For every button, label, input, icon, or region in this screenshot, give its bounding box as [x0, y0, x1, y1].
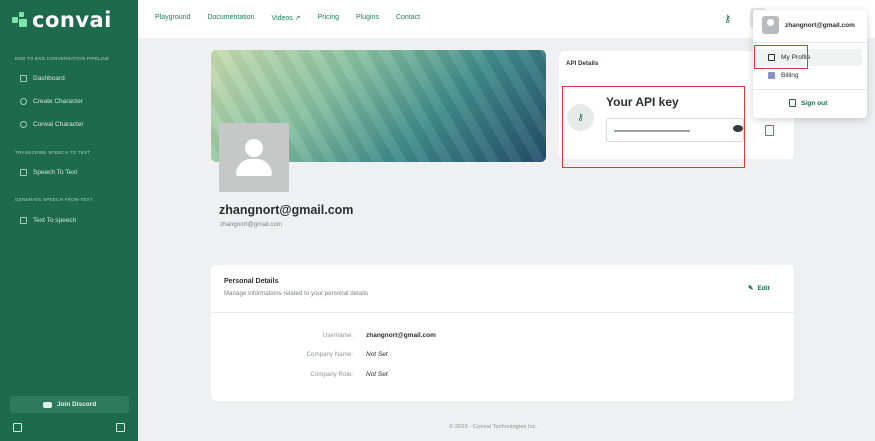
sidebar-item-text-to-speech[interactable]: Text To speech	[20, 217, 76, 224]
avatar-body	[236, 159, 272, 176]
edit-button[interactable]: ✎ Edit	[748, 284, 770, 293]
company-role-label: Company Role:	[310, 371, 353, 378]
lock-icon	[789, 99, 796, 107]
speech-to-text-icon	[20, 169, 27, 176]
profile-name: zhangnort@gmail.com	[219, 203, 354, 217]
logo-icon	[12, 11, 29, 29]
sidebar-item-dashboard[interactable]: Dashboard	[20, 75, 65, 82]
personal-details-subtitle: Manage informations related to your pers…	[224, 290, 369, 297]
dashboard-icon	[20, 75, 27, 82]
highlight-my-profile	[754, 45, 808, 69]
menu-item-billing[interactable]: Billing	[754, 67, 862, 84]
avatar-head	[245, 139, 263, 157]
discord-icon	[42, 401, 52, 408]
company-name-label: Company Name:	[306, 351, 353, 358]
dropdown-avatar	[762, 16, 779, 34]
profile-email: zhangnort@gmail.com	[220, 221, 282, 228]
profile-avatar[interactable]	[219, 123, 289, 192]
menu-item-label: Billing	[781, 72, 799, 79]
section-title-tts: GENERATE SPEECH FROM TEXT	[15, 197, 93, 202]
dropdown-divider	[753, 42, 867, 43]
username-label: Username:	[322, 332, 353, 339]
top-nav-links: Playground Documentation Videos ↗ Pricin…	[155, 14, 437, 22]
nav-link-documentation[interactable]: Documentation	[207, 14, 254, 22]
sidebar-item-label: Create Character	[33, 98, 83, 105]
billing-icon	[768, 72, 775, 79]
join-discord-label: Join Discord	[56, 401, 97, 408]
divider	[211, 312, 794, 313]
footer-copyright: © 2023 - Convai Technologies Inc.	[449, 424, 538, 430]
sign-out-button[interactable]: Sign out	[789, 99, 827, 107]
person-icon	[20, 121, 27, 128]
sidebar-item-label: Text To speech	[33, 217, 77, 224]
nav-link-playground[interactable]: Playground	[155, 14, 190, 22]
company-name-value: Not Set	[366, 351, 388, 358]
text-to-speech-icon	[20, 217, 27, 224]
join-discord-button[interactable]: Join Discord	[10, 396, 129, 413]
nav-link-pricing[interactable]: Pricing	[318, 14, 339, 22]
sidebar-item-label: Convai Character	[33, 121, 84, 128]
section-title-stt: TRANSCRIBE SPEECH TO TEXT	[15, 150, 91, 155]
sidebar-item-create-character[interactable]: Create Character	[20, 98, 83, 105]
dropdown-divider	[753, 89, 867, 90]
collapse-sidebar-icon[interactable]	[116, 423, 125, 432]
nav-link-plugins[interactable]: Plugins	[356, 14, 379, 22]
company-role-value: Not Set	[366, 371, 388, 378]
highlight-api-key	[562, 86, 745, 168]
copy-icon[interactable]	[765, 125, 774, 136]
username-value: zhangnort@gmail.com	[366, 332, 436, 339]
sidebar: convai END TO END CONVERSATION PIPELINE …	[0, 0, 138, 441]
nav-link-contact[interactable]: Contact	[396, 14, 420, 22]
personal-details-title: Personal Details	[224, 278, 279, 285]
sidebar-item-convai-character[interactable]: Convai Character	[20, 121, 84, 128]
nav-link-videos[interactable]: Videos ↗	[272, 14, 301, 22]
convai-logo[interactable]: convai	[12, 8, 112, 32]
sidebar-item-label: Speech To Text	[33, 169, 78, 176]
logo-text: convai	[32, 8, 112, 32]
api-key-icon[interactable]: ⚷	[724, 14, 731, 25]
sidebar-item-label: Dashboard	[33, 75, 65, 82]
dropdown-email: zhangnort@gmail.com	[785, 22, 855, 29]
feedback-icon[interactable]	[13, 423, 22, 432]
section-title-pipeline: END TO END CONVERSATION PIPELINE	[15, 56, 110, 61]
add-person-icon	[20, 98, 27, 105]
api-details-header: API Details	[566, 60, 599, 67]
sidebar-item-speech-to-text[interactable]: Speech To Text	[20, 169, 77, 176]
edit-label: Edit	[757, 284, 770, 292]
sign-out-label: Sign out	[801, 99, 828, 107]
pencil-icon: ✎	[748, 285, 754, 292]
